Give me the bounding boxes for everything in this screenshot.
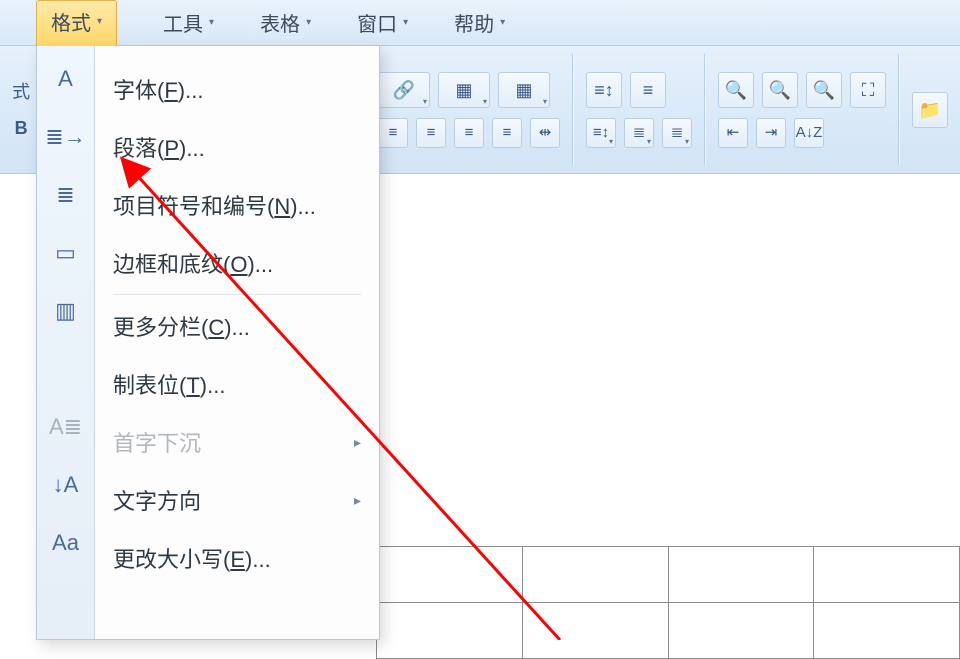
- menu-help[interactable]: 帮助 ▾: [454, 8, 505, 37]
- align-center-button[interactable]: ≡: [416, 118, 446, 148]
- line-height-icon: ≡↕: [593, 125, 609, 140]
- menu-table[interactable]: 表格 ▾: [260, 8, 311, 37]
- menu-format[interactable]: 格式 ▾: [36, 0, 117, 46]
- columns-icon: ▥: [55, 296, 76, 326]
- chevron-down-icon: ▾: [403, 17, 408, 28]
- menu-item-paragraph[interactable]: 段落(P)...: [95, 118, 379, 176]
- format-dropdown: A ≣→ ≣ ▭ ▥ A≣ ↓A Aa 字体(F)... 段落(P)... 项目…: [36, 46, 380, 640]
- menu-item-more-columns[interactable]: 更多分栏(C)...: [95, 297, 379, 355]
- bold-icon[interactable]: B: [15, 119, 28, 137]
- distribute-icon: ⇹: [539, 125, 552, 140]
- dropdown-icon-column: A ≣→ ≣ ▭ ▥ A≣ ↓A Aa: [37, 46, 95, 639]
- ribbon-group-spacing: ≡↕ ≡ ≡↕▾ ≣▾ ≣▾: [574, 46, 704, 173]
- number-list-icon: ≣: [671, 125, 684, 140]
- menu-item-tabs[interactable]: 制表位(T)...: [95, 355, 379, 413]
- format-painter-icon[interactable]: 式: [12, 83, 30, 101]
- hyperlink-icon: 🔗: [393, 81, 415, 99]
- menu-tools[interactable]: 工具 ▾: [163, 8, 214, 37]
- dropdown-divider: [113, 294, 361, 295]
- menu-item-borders-shading[interactable]: 边框和底纹(O)...: [95, 234, 379, 292]
- number-list-button[interactable]: ≣▾: [662, 118, 692, 148]
- bullets-icon: ≣: [56, 180, 74, 210]
- sort-icon: A↓Z: [796, 125, 823, 140]
- ribbon-groups: 🔗▾ ▦▾ ▦▾ ≡ ≡ ≡ ≡ ⇹ ≡↕ ≡ ≡↕▾ ≣▾ ≣▾: [366, 46, 960, 173]
- inserted-table[interactable]: [376, 546, 960, 659]
- align-justify-icon: ≡: [503, 125, 512, 140]
- fullscreen-icon: ⛶: [862, 81, 875, 99]
- insert-table-button[interactable]: ▦▾: [498, 72, 550, 108]
- submenu-arrow-icon: ▸: [354, 492, 361, 509]
- text-direction-icon: ↓A: [53, 470, 79, 500]
- align-left-button[interactable]: ≡: [378, 118, 408, 148]
- menu-help-label: 帮助: [454, 8, 494, 37]
- menubar: 格式 ▾ 工具 ▾ 表格 ▾ 窗口 ▾ 帮助 ▾: [0, 0, 960, 46]
- zoom-icon: 🔍: [813, 81, 835, 99]
- zoom-in-icon: 🔍: [725, 81, 747, 99]
- fullscreen-button[interactable]: ⛶: [850, 72, 886, 108]
- sort-button[interactable]: A↓Z: [794, 118, 824, 148]
- menu-table-label: 表格: [260, 8, 300, 37]
- ribbon-group-file: 📁: [900, 46, 960, 173]
- paragraph-icon: ≣→: [45, 122, 85, 152]
- chevron-down-icon: ▾: [500, 17, 505, 28]
- hyperlink-button[interactable]: 🔗▾: [378, 72, 430, 108]
- decrease-indent-button[interactable]: ⇤: [718, 118, 748, 148]
- table-style-button[interactable]: ▦▾: [438, 72, 490, 108]
- change-case-icon: Aa: [52, 528, 79, 558]
- submenu-arrow-icon: ▸: [354, 434, 361, 451]
- table-style-icon: ▦: [455, 81, 472, 99]
- zoom-out-button[interactable]: 🔍: [762, 72, 798, 108]
- distribute-button[interactable]: ⇹: [530, 118, 560, 148]
- decrease-indent-icon: ⇤: [727, 125, 740, 140]
- border-icon: ▭: [55, 238, 76, 268]
- chevron-down-icon: ▾: [97, 16, 102, 27]
- menu-item-text-direction[interactable]: 文字方向 ▸: [95, 471, 379, 529]
- increase-indent-button[interactable]: ⇥: [756, 118, 786, 148]
- align-right-button[interactable]: ≡: [454, 118, 484, 148]
- line-spacing-icon: ≡↕: [594, 81, 614, 99]
- menu-item-drop-cap: 首字下沉 ▸: [95, 413, 379, 471]
- ribbon-group-view: 🔍 🔍 🔍 ⛶ ⇤ ⇥ A↓Z: [706, 46, 898, 173]
- bullet-list-icon: ≣: [633, 125, 646, 140]
- increase-indent-icon: ⇥: [765, 125, 778, 140]
- menu-window-label: 窗口: [357, 8, 397, 37]
- line-height-button[interactable]: ≡↕▾: [586, 118, 616, 148]
- zoom-out-icon: 🔍: [769, 81, 791, 99]
- open-folder-button[interactable]: 📁: [912, 92, 948, 128]
- menu-item-font[interactable]: 字体(F)...: [95, 60, 379, 118]
- align-center-icon: ≡: [427, 125, 436, 140]
- zoom-button[interactable]: 🔍: [806, 72, 842, 108]
- dropcap-icon: A≣: [49, 412, 82, 442]
- menu-window[interactable]: 窗口 ▾: [357, 8, 408, 37]
- paragraph-spacing-icon: ≡: [643, 81, 654, 99]
- align-right-icon: ≡: [465, 125, 474, 140]
- font-icon: A: [58, 64, 73, 94]
- bullet-list-button[interactable]: ≣▾: [624, 118, 654, 148]
- insert-table-icon: ▦: [515, 81, 532, 99]
- line-spacing-button[interactable]: ≡↕: [586, 72, 622, 108]
- chevron-down-icon: ▾: [209, 17, 214, 28]
- align-left-icon: ≡: [389, 125, 398, 140]
- menu-format-label: 格式: [51, 7, 91, 36]
- zoom-in-button[interactable]: 🔍: [718, 72, 754, 108]
- folder-icon: 📁: [919, 101, 941, 119]
- align-justify-button[interactable]: ≡: [492, 118, 522, 148]
- chevron-down-icon: ▾: [306, 17, 311, 28]
- menu-tools-label: 工具: [163, 8, 203, 37]
- ribbon-group-insert: 🔗▾ ▦▾ ▦▾ ≡ ≡ ≡ ≡ ⇹: [366, 46, 572, 173]
- paragraph-spacing-button[interactable]: ≡: [630, 72, 666, 108]
- menu-item-bullets-numbering[interactable]: 项目符号和编号(N)...: [95, 176, 379, 234]
- dropdown-items: 字体(F)... 段落(P)... 项目符号和编号(N)... 边框和底纹(O)…: [95, 46, 379, 639]
- menu-item-change-case[interactable]: 更改大小写(E)...: [95, 529, 379, 587]
